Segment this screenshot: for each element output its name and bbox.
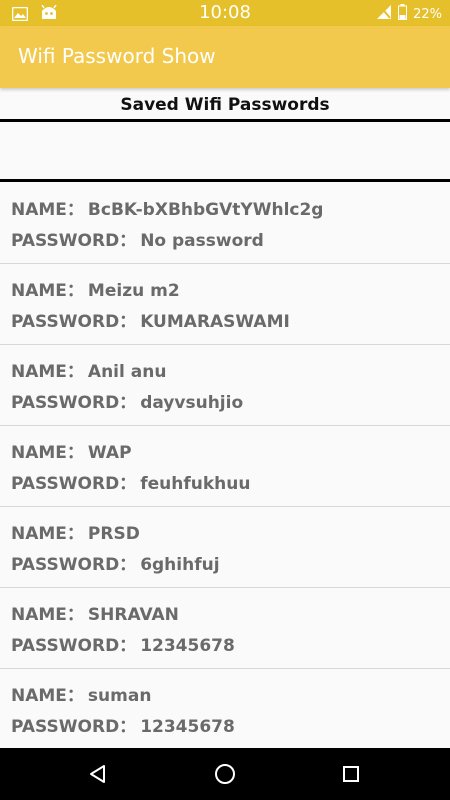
home-icon[interactable]: [213, 762, 237, 786]
list-item[interactable]: NAME： SHRAVAN PASSWORD： 12345678: [0, 588, 450, 669]
network-password: KUMARASWAMI: [140, 312, 290, 332]
list-item[interactable]: NAME： Meizu m2 PASSWORD： KUMARASWAMI: [0, 264, 450, 345]
navigation-bar: [0, 748, 450, 800]
name-row: NAME： Anil anu: [11, 357, 450, 388]
list-item[interactable]: NAME： suman PASSWORD： 12345678: [0, 669, 450, 750]
list-item[interactable]: NAME： WAP PASSWORD： feuhfukhuu: [0, 426, 450, 507]
name-label: NAME：: [11, 281, 84, 301]
empty-band: [0, 122, 450, 182]
network-password: feuhfukhuu: [140, 474, 251, 494]
page-title: Saved Wifi Passwords: [0, 90, 450, 122]
password-label: PASSWORD：: [11, 474, 137, 494]
name-label: NAME：: [11, 443, 84, 463]
password-list[interactable]: NAME： BcBK-bXBhbGVtYWhlc2g PASSWORD： No …: [0, 183, 450, 750]
battery-icon: [398, 4, 408, 24]
password-label: PASSWORD：: [11, 717, 137, 737]
network-name: WAP: [87, 443, 132, 463]
password-label: PASSWORD：: [11, 636, 137, 656]
network-name: suman: [87, 686, 152, 706]
status-bar: 10:08 22%: [0, 0, 450, 26]
network-name: BcBK-bXBhbGVtYWhlc2g: [87, 200, 324, 220]
recents-icon[interactable]: [339, 762, 363, 786]
name-label: NAME：: [11, 362, 84, 382]
name-row: NAME： Meizu m2: [11, 276, 450, 307]
status-right-icons: 22%: [376, 4, 442, 24]
password-row: PASSWORD： 12345678: [11, 712, 450, 743]
name-row: NAME： BcBK-bXBhbGVtYWhlc2g: [11, 195, 450, 226]
list-item[interactable]: NAME： BcBK-bXBhbGVtYWhlc2g PASSWORD： No …: [0, 183, 450, 264]
signal-off-icon: [376, 4, 392, 24]
name-label: NAME：: [11, 200, 84, 220]
password-label: PASSWORD：: [11, 231, 137, 251]
name-label: NAME：: [11, 605, 84, 625]
password-row: PASSWORD： feuhfukhuu: [11, 469, 450, 500]
network-name: Meizu m2: [87, 281, 180, 301]
back-icon[interactable]: [86, 762, 110, 786]
password-label: PASSWORD：: [11, 555, 137, 575]
name-label: NAME：: [11, 686, 84, 706]
password-row: PASSWORD： dayvsuhjio: [11, 388, 450, 419]
name-label: NAME：: [11, 524, 84, 544]
network-password: 6ghihfuj: [140, 555, 220, 575]
list-item[interactable]: NAME： Anil anu PASSWORD： dayvsuhjio: [0, 345, 450, 426]
screen: 10:08 22% Wifi Password Show Saved Wifi …: [0, 0, 450, 800]
network-password: 12345678: [140, 717, 235, 737]
password-label: PASSWORD：: [11, 393, 137, 413]
network-name: Anil anu: [87, 362, 167, 382]
name-row: NAME： SHRAVAN: [11, 600, 450, 631]
name-row: NAME： PRSD: [11, 519, 450, 550]
network-name: SHRAVAN: [87, 605, 179, 625]
password-label: PASSWORD：: [11, 312, 137, 332]
network-password: dayvsuhjio: [140, 393, 244, 413]
network-name: PRSD: [87, 524, 140, 544]
password-row: PASSWORD： 6ghihfuj: [11, 550, 450, 581]
network-password: No password: [140, 231, 264, 251]
app-title: Wifi Password Show: [18, 44, 216, 68]
app-bar: Wifi Password Show: [0, 26, 450, 88]
list-item[interactable]: NAME： PRSD PASSWORD： 6ghihfuj: [0, 507, 450, 588]
password-row: PASSWORD： No password: [11, 226, 450, 257]
network-password: 12345678: [140, 636, 235, 656]
password-row: PASSWORD： KUMARASWAMI: [11, 307, 450, 338]
battery-percent: 22%: [413, 6, 442, 22]
password-row: PASSWORD： 12345678: [11, 631, 450, 662]
name-row: NAME： suman: [11, 681, 450, 712]
name-row: NAME： WAP: [11, 438, 450, 469]
